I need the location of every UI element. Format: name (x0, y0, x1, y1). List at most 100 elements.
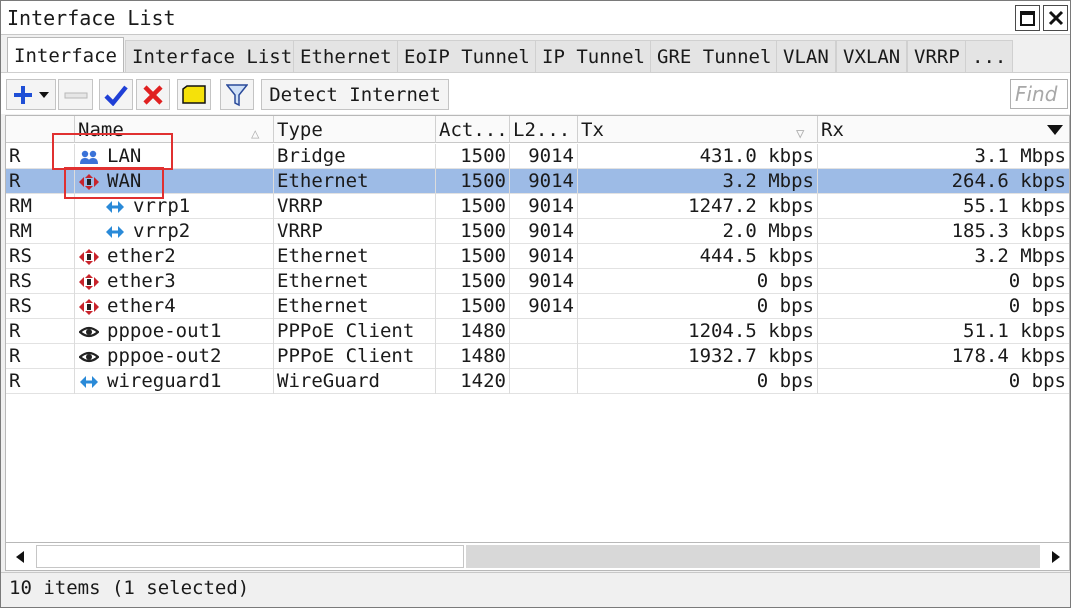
cell-flags: RS (9, 245, 32, 267)
scrollbar-thumb[interactable] (36, 545, 464, 568)
table-row[interactable]: Rwireguard1 WireGuard 1420 0 bps 0 bps (6, 369, 1069, 394)
vrrp-icon (105, 223, 125, 241)
tab-gre-tunnel[interactable]: GRE Tunnel (650, 40, 779, 72)
table-row[interactable]: RS ether3 Ethernet 1500 9014 0 bps 0 bps (6, 269, 1069, 294)
tab-more[interactable]: ... (965, 40, 1013, 72)
table-row[interactable]: Rpppoe-out1 PPPoE Client 1480 1204.5 kbps 51… (6, 319, 1069, 344)
cell-type: VRRP (273, 194, 435, 219)
column-header-tx[interactable]: Tx ▽ (577, 116, 817, 143)
column-header-rx[interactable]: Rx (817, 116, 1069, 143)
cell-l2-mtu: 9014 (509, 244, 577, 269)
pppoe-icon (78, 323, 100, 341)
cell-name: pppoe-out1 (74, 319, 273, 344)
interface-name: wireguard1 (107, 370, 222, 392)
tab-interface[interactable]: Interface (7, 37, 124, 73)
cell-actual-mtu: 1480 (435, 319, 509, 344)
cell-actual-mtu: 1500 (435, 219, 509, 244)
column-header-rx-label: Rx (821, 119, 844, 141)
minus-icon (64, 92, 87, 98)
cell-name: wireguard1 (74, 369, 273, 394)
cell-rx: 0 bps (817, 294, 1069, 319)
tab-eoip-tunnel[interactable]: EoIP Tunnel (397, 40, 537, 72)
column-header-flags[interactable] (6, 116, 74, 143)
remove-button[interactable] (58, 79, 93, 110)
tab-vrrp[interactable]: VRRP (907, 40, 967, 72)
cell-name: LAN (74, 144, 273, 169)
disable-button[interactable] (136, 79, 170, 110)
comment-button[interactable] (177, 79, 211, 110)
status-bar: 10 items (1 selected) (1, 572, 1070, 607)
scrollbar-track[interactable] (466, 545, 1040, 568)
cell-name: ether2 (74, 244, 273, 269)
scroll-left-button[interactable] (6, 543, 34, 570)
cell-type: PPPoE Client (273, 344, 435, 369)
table-row[interactable]: Rpppoe-out2 PPPoE Client 1480 1932.7 kbps 17… (6, 344, 1069, 369)
cell-name: WAN (74, 169, 273, 194)
bridge-icon (79, 148, 99, 166)
column-header-name[interactable]: Name △ (74, 116, 273, 143)
table-row[interactable]: RS ether4 Ethernet 1500 9014 0 bps 0 bps (6, 294, 1069, 319)
enable-button[interactable] (99, 79, 133, 110)
cell-l2-mtu: 9014 (509, 294, 577, 319)
cell-l2-mtu: 9014 (509, 219, 577, 244)
interface-list-window: Interface List Interface Interface List … (0, 0, 1071, 608)
interface-table: Name △ Type Act... L2... Tx ▽ Rx R LAN Bri… (5, 115, 1070, 543)
cell-flags: R (9, 345, 21, 367)
tab-vlan[interactable]: VLAN (776, 40, 836, 72)
interface-name: ether2 (107, 245, 176, 267)
sort-ascending-icon: △ (251, 126, 260, 142)
cell-l2-mtu: 9014 (509, 169, 577, 194)
table-row[interactable]: R WAN Ethernet 1500 9014 3.2 Mbps 264.6 kbps (6, 169, 1069, 194)
cell-l2-mtu (509, 319, 577, 344)
cell-tx: 1932.7 kbps (577, 344, 817, 369)
cell-tx: 1247.2 kbps (577, 194, 817, 219)
ethernet-icon (79, 273, 99, 291)
cell-actual-mtu: 1500 (435, 269, 509, 294)
cell-tx: 1204.5 kbps (577, 319, 817, 344)
tab-vxlan[interactable]: VXLAN (836, 40, 908, 72)
column-header-name-label: Name (78, 119, 124, 141)
cell-rx: 3.1 Mbps (817, 144, 1069, 169)
horizontal-scrollbar[interactable] (5, 543, 1070, 571)
cell-flags: R (9, 370, 21, 392)
cell-flags: RS (9, 295, 32, 317)
interface-name: WAN (107, 170, 142, 192)
cell-actual-mtu: 1420 (435, 369, 509, 394)
scroll-left-arrow-icon (16, 550, 24, 563)
tab-ethernet[interactable]: Ethernet (293, 40, 399, 72)
maximize-button[interactable] (1015, 5, 1040, 31)
cell-tx: 444.5 kbps (577, 244, 817, 269)
add-button[interactable] (6, 79, 56, 110)
cell-type: Ethernet (273, 169, 435, 194)
cell-l2-mtu (509, 369, 577, 394)
scroll-right-button[interactable] (1042, 543, 1070, 570)
column-menu-dropdown-icon[interactable] (1046, 124, 1064, 136)
cell-name: vrrp1 (74, 194, 273, 219)
cell-flags: RM (9, 220, 32, 242)
column-header-actual-mtu[interactable]: Act... (435, 116, 509, 143)
cell-l2-mtu (509, 344, 577, 369)
table-row[interactable]: R LAN Bridge 1500 9014 431.0 kbps 3.1 Mbps (6, 144, 1069, 169)
wireguard-icon (79, 373, 99, 391)
vrrp-icon (105, 198, 125, 216)
ethernet-icon (79, 173, 99, 191)
ethernet-icon (79, 248, 99, 266)
filter-button[interactable] (220, 79, 254, 110)
close-button[interactable] (1043, 5, 1068, 31)
cell-actual-mtu: 1500 (435, 169, 509, 194)
tab-interface-list[interactable]: Interface List (125, 40, 300, 72)
pppoe-icon (78, 348, 100, 366)
table-row[interactable]: RM vrrp1 VRRP 1500 9014 1247.2 kbps 55.1 kbps (6, 194, 1069, 219)
find-input[interactable]: Find (1010, 79, 1068, 109)
column-header-type[interactable]: Type (273, 116, 435, 143)
column-header-l2-mtu[interactable]: L2... (509, 116, 577, 143)
table-row[interactable]: RS ether2 Ethernet 1500 9014 444.5 kbps 3.2 Mb… (6, 244, 1069, 269)
detect-internet-button[interactable]: Detect Internet (261, 79, 449, 110)
cell-rx: 264.6 kbps (817, 169, 1069, 194)
cell-name: vrrp2 (74, 219, 273, 244)
comment-note-icon (182, 84, 206, 104)
interface-name: pppoe-out2 (107, 345, 222, 367)
interface-name: LAN (107, 145, 142, 167)
table-row[interactable]: RM vrrp2 VRRP 1500 9014 2.0 Mbps 185.3 kbps (6, 219, 1069, 244)
tab-ip-tunnel[interactable]: IP Tunnel (535, 40, 652, 72)
